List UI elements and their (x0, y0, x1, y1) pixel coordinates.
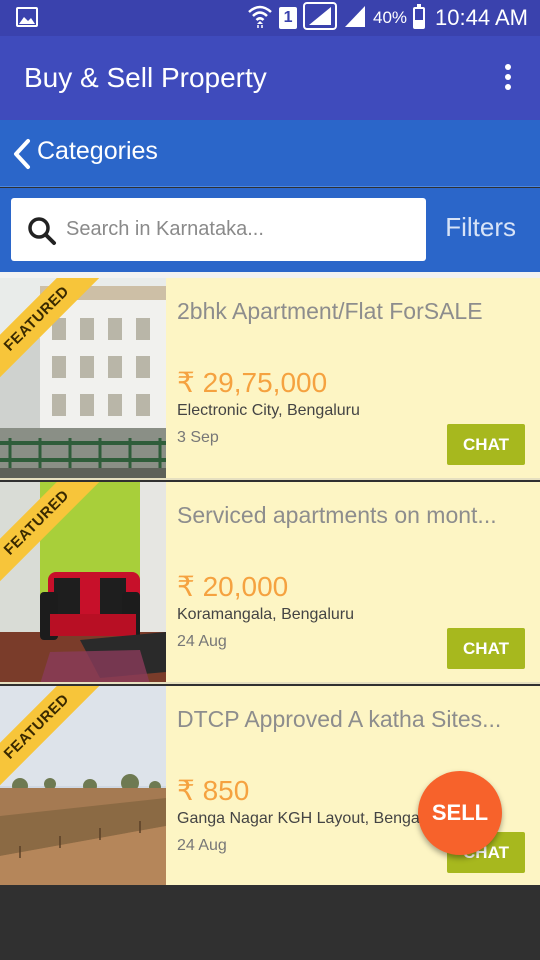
listing-card[interactable]: FEATURED Serviced apartments on mont... … (0, 482, 540, 684)
listing-photo[interactable]: FEATURED (0, 686, 166, 886)
listing-photo[interactable]: FEATURED (0, 482, 166, 682)
listing-photo[interactable]: FEATURED (0, 278, 166, 478)
sim-slot-badge: 1 (279, 7, 298, 29)
chat-button[interactable]: CHAT (447, 424, 525, 465)
listing-title[interactable]: Serviced apartments on mont... (177, 502, 522, 529)
empty-area (0, 885, 540, 960)
listing-date: 24 Aug (177, 837, 227, 854)
menu-dot (505, 74, 511, 80)
status-icons: 1 40% 10:44 AM (247, 1, 528, 35)
search-box[interactable] (11, 198, 426, 261)
gallery-icon (16, 7, 38, 27)
listing-date: 24 Aug (177, 633, 227, 650)
menu-dot (505, 64, 511, 70)
search-bar: Filters (0, 188, 540, 272)
clock: 10:44 AM (435, 5, 528, 30)
listing-title[interactable]: 2bhk Apartment/Flat ForSALE (177, 298, 522, 325)
status-bar: 1 40% 10:44 AM (0, 0, 540, 36)
categories-label[interactable]: Categories (37, 137, 158, 166)
menu-dot (505, 84, 511, 90)
app-bar: Buy & Sell Property (0, 36, 540, 120)
chevron-left-icon[interactable] (10, 138, 34, 170)
listing-card[interactable]: FEATURED 2bhk Apartment/Flat ForSALE ₹ 2… (0, 278, 540, 480)
battery-icon (413, 4, 426, 29)
listing-price: ₹ 850 (177, 775, 250, 806)
wifi-icon (247, 4, 273, 33)
listing-location: Electronic City, Bengaluru (177, 402, 360, 419)
signal-icon-2 (343, 4, 367, 33)
listing-price: ₹ 20,000 (177, 571, 289, 602)
sell-fab-button[interactable]: SELL (418, 771, 502, 855)
app-title: Buy & Sell Property (24, 62, 267, 93)
battery-fill (415, 19, 424, 27)
more-vert-icon[interactable] (502, 64, 514, 94)
listing-date: 3 Sep (177, 429, 219, 446)
categories-bar[interactable]: Categories (0, 120, 540, 187)
search-input[interactable] (66, 198, 416, 261)
listing-location: Koramangala, Bengaluru (177, 606, 355, 623)
listing-title[interactable]: DTCP Approved A katha Sites... (177, 706, 522, 733)
search-icon (27, 216, 57, 251)
chat-button[interactable]: CHAT (447, 628, 525, 669)
listing-location: Ganga Nagar KGH Layout, Benga (177, 810, 420, 827)
battery-percent: 40% (373, 8, 408, 27)
signal-icon (303, 1, 338, 35)
listing-price: ₹ 29,75,000 (177, 367, 328, 398)
filters-button[interactable]: Filters (445, 212, 516, 243)
